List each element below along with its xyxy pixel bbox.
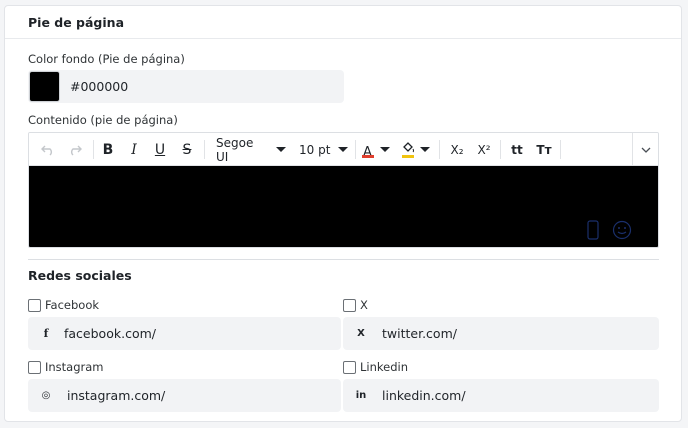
lowercase-icon: tt bbox=[511, 142, 523, 157]
font-size-select[interactable]: 10 pt bbox=[293, 133, 351, 166]
uppercase-button[interactable]: Tт bbox=[533, 133, 555, 166]
redo-icon bbox=[71, 145, 82, 156]
toolbar-separator bbox=[500, 140, 501, 159]
undo-icon bbox=[41, 145, 52, 156]
instagram-checkbox-row[interactable]: Instagram bbox=[28, 360, 104, 374]
linkedin-checkbox[interactable] bbox=[343, 360, 356, 374]
x-checkbox[interactable] bbox=[343, 298, 356, 312]
facebook-checkbox-row[interactable]: Facebook bbox=[28, 298, 99, 312]
mobile-icon bbox=[587, 220, 599, 240]
toolbar-separator bbox=[204, 140, 205, 159]
toolbar-separator bbox=[439, 140, 440, 159]
facebook-input[interactable]: f facebook.com/ bbox=[28, 317, 341, 350]
highlight-color-button[interactable] bbox=[398, 133, 432, 166]
background-color-label: Color fondo (Pie de página) bbox=[28, 52, 185, 66]
instagram-label: Instagram bbox=[45, 360, 104, 374]
font-size-value: 10 pt bbox=[299, 142, 331, 157]
chevron-down-icon bbox=[276, 147, 286, 152]
toolbar-separator bbox=[355, 140, 356, 159]
bold-button[interactable]: B bbox=[98, 133, 118, 166]
toolbar-separator bbox=[93, 140, 94, 159]
x-input[interactable]: X twitter.com/ bbox=[343, 317, 659, 350]
content-label: Contenido (pie de página) bbox=[28, 113, 178, 127]
linkedin-label: Linkedin bbox=[360, 360, 408, 374]
highlight-icon bbox=[401, 141, 415, 159]
linkedin-input-value[interactable]: linkedin.com/ bbox=[382, 388, 466, 403]
linkedin-checkbox-row[interactable]: Linkedin bbox=[343, 360, 408, 374]
facebook-checkbox[interactable] bbox=[28, 298, 41, 312]
editor-toolbar: B I U S Segoe UI 10 pt A X₂ X² tt Tт bbox=[29, 133, 658, 166]
underline-button[interactable]: U bbox=[150, 133, 170, 166]
x-icon: X bbox=[357, 327, 365, 339]
subscript-button[interactable]: X₂ bbox=[446, 133, 468, 166]
background-color-field[interactable]: #000000 bbox=[28, 70, 344, 103]
text-color-button[interactable]: A bbox=[360, 133, 390, 166]
section-divider bbox=[28, 259, 659, 260]
font-family-select[interactable]: Segoe UI bbox=[210, 133, 286, 166]
color-swatch[interactable] bbox=[29, 71, 60, 102]
facebook-input-value[interactable]: facebook.com/ bbox=[64, 326, 156, 341]
chevron-down-icon bbox=[338, 147, 349, 152]
facebook-label: Facebook bbox=[45, 298, 100, 312]
linkedin-input[interactable]: in linkedin.com/ bbox=[343, 379, 659, 412]
chevron-down-icon bbox=[379, 147, 390, 152]
card-header: Pie de página bbox=[5, 6, 681, 39]
footer-settings-card: Pie de página Color fondo (Pie de página… bbox=[4, 5, 682, 422]
social-section-title: Redes sociales bbox=[28, 268, 132, 283]
undo-button[interactable] bbox=[37, 133, 59, 166]
italic-button[interactable]: I bbox=[124, 133, 144, 166]
text-color-icon: A bbox=[361, 144, 374, 160]
linkedin-icon: in bbox=[355, 389, 367, 401]
x-input-value[interactable]: twitter.com/ bbox=[382, 326, 457, 341]
color-value[interactable]: #000000 bbox=[70, 79, 128, 94]
chevron-down-icon bbox=[419, 147, 430, 152]
facebook-icon: f bbox=[43, 326, 49, 340]
superscript-button[interactable]: X² bbox=[473, 133, 495, 166]
font-family-value: Segoe UI bbox=[216, 135, 254, 164]
more-toolbar-button[interactable] bbox=[633, 133, 658, 166]
emoji-icon bbox=[612, 220, 632, 240]
section-title: Pie de página bbox=[28, 15, 125, 30]
uppercase-icon: Tт bbox=[536, 142, 552, 157]
instagram-icon: ◎ bbox=[41, 389, 51, 401]
strikethrough-button[interactable]: S bbox=[177, 133, 197, 166]
instagram-input-value[interactable]: instagram.com/ bbox=[67, 388, 165, 403]
instagram-checkbox[interactable] bbox=[28, 360, 41, 374]
instagram-input[interactable]: ◎ instagram.com/ bbox=[28, 379, 341, 412]
x-label: X bbox=[360, 298, 368, 312]
chevron-down-icon bbox=[641, 147, 651, 153]
toolbar-separator bbox=[560, 140, 561, 159]
lowercase-button[interactable]: tt bbox=[506, 133, 528, 166]
redo-button[interactable] bbox=[64, 133, 86, 166]
editor-content-area[interactable] bbox=[29, 166, 658, 247]
rich-text-editor[interactable]: B I U S Segoe UI 10 pt A X₂ X² tt Tт bbox=[28, 132, 659, 248]
x-checkbox-row[interactable]: X bbox=[343, 298, 368, 312]
